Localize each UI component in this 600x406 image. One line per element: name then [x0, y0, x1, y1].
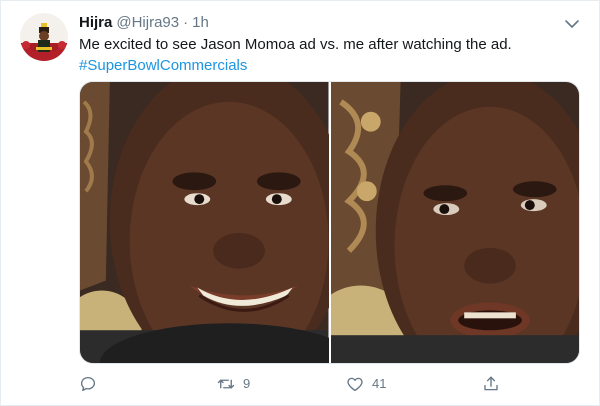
share-button[interactable] — [482, 373, 508, 395]
author-display-name[interactable]: Hijra — [79, 13, 112, 33]
tweet-actions: 9 41 — [79, 373, 499, 395]
like-count: 41 — [372, 376, 387, 391]
media-panel-excited[interactable] — [80, 82, 329, 363]
retweet-count: 9 — [243, 376, 251, 391]
meme-excited-panel — [80, 82, 329, 363]
header-separator: · — [183, 14, 189, 31]
like-button[interactable]: 41 — [346, 373, 386, 395]
chevron-down-icon — [565, 20, 579, 28]
meme-disappointed-panel — [330, 82, 579, 363]
share-icon — [484, 376, 498, 391]
tweet-header: Hijra @Hijra93 · 1h — [79, 13, 209, 33]
reply-button[interactable] — [79, 373, 105, 395]
retweet-button[interactable]: 9 — [217, 373, 250, 395]
hashtag-link[interactable]: #SuperBowlCommercials — [79, 55, 579, 76]
avatar[interactable] — [20, 13, 68, 61]
tweet-menu-button[interactable] — [563, 15, 581, 33]
tweet-body: Me excited to see Jason Momoa ad vs. me … — [79, 36, 512, 53]
heart-icon — [347, 377, 363, 392]
tweet-media[interactable] — [79, 81, 580, 364]
media-panel-disappointed[interactable] — [328, 82, 579, 363]
retweet-icon — [217, 379, 235, 389]
reply-icon — [80, 376, 96, 392]
tweet-timestamp[interactable]: 1h — [192, 13, 209, 33]
tweet-text: Me excited to see Jason Momoa ad vs. me … — [79, 34, 579, 76]
tweet-card[interactable]: Hijra @Hijra93 · 1h Me excited to see Ja… — [0, 0, 600, 406]
avatar-image — [20, 13, 68, 61]
author-handle[interactable]: @Hijra93 — [116, 13, 179, 33]
